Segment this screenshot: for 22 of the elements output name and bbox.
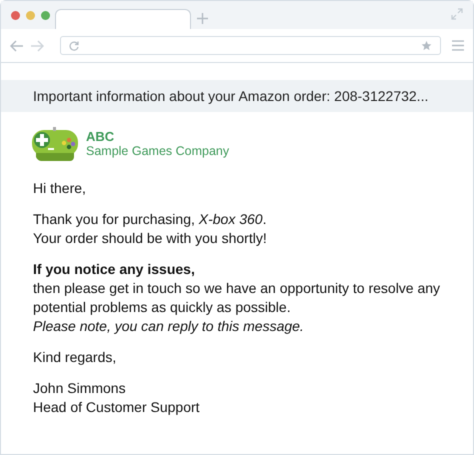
address-bar[interactable]: [60, 36, 442, 55]
star-icon[interactable]: [421, 40, 432, 51]
email-text-line: Head of Customer Support: [33, 398, 201, 417]
forward-arrow-icon[interactable]: [30, 40, 44, 52]
email-text-line: then please get in touch so we have an opportunity to resolve any potential problems as quickly as possible.: [33, 279, 442, 317]
email-text-line: Please note, you can reply to this message.: [33, 317, 305, 336]
email-text-line: Thank you for purchasing, X-box 360.: [33, 210, 268, 229]
email-text-line: If you notice any issues,: [33, 260, 196, 279]
game-controller-icon: [32, 127, 80, 161]
email-text-line: Hi there,: [33, 179, 87, 198]
email-subject: Important information about your Amazon order: 208-3122732...: [33, 86, 428, 106]
fullscreen-icon[interactable]: [451, 8, 463, 20]
sender-company: Sample Games Company: [86, 144, 230, 159]
browser-tab[interactable]: [55, 9, 191, 29]
email-text-line: Your order should be with you shortly!: [33, 229, 268, 248]
menu-icon[interactable]: [452, 40, 464, 51]
back-arrow-icon[interactable]: [10, 40, 24, 52]
email-text-line: John Simmons: [33, 379, 127, 398]
sender-name: ABC: [86, 129, 116, 144]
reload-icon[interactable]: [68, 40, 79, 50]
new-tab-icon[interactable]: [197, 13, 208, 24]
email-text-line: Kind regards,: [33, 348, 118, 367]
